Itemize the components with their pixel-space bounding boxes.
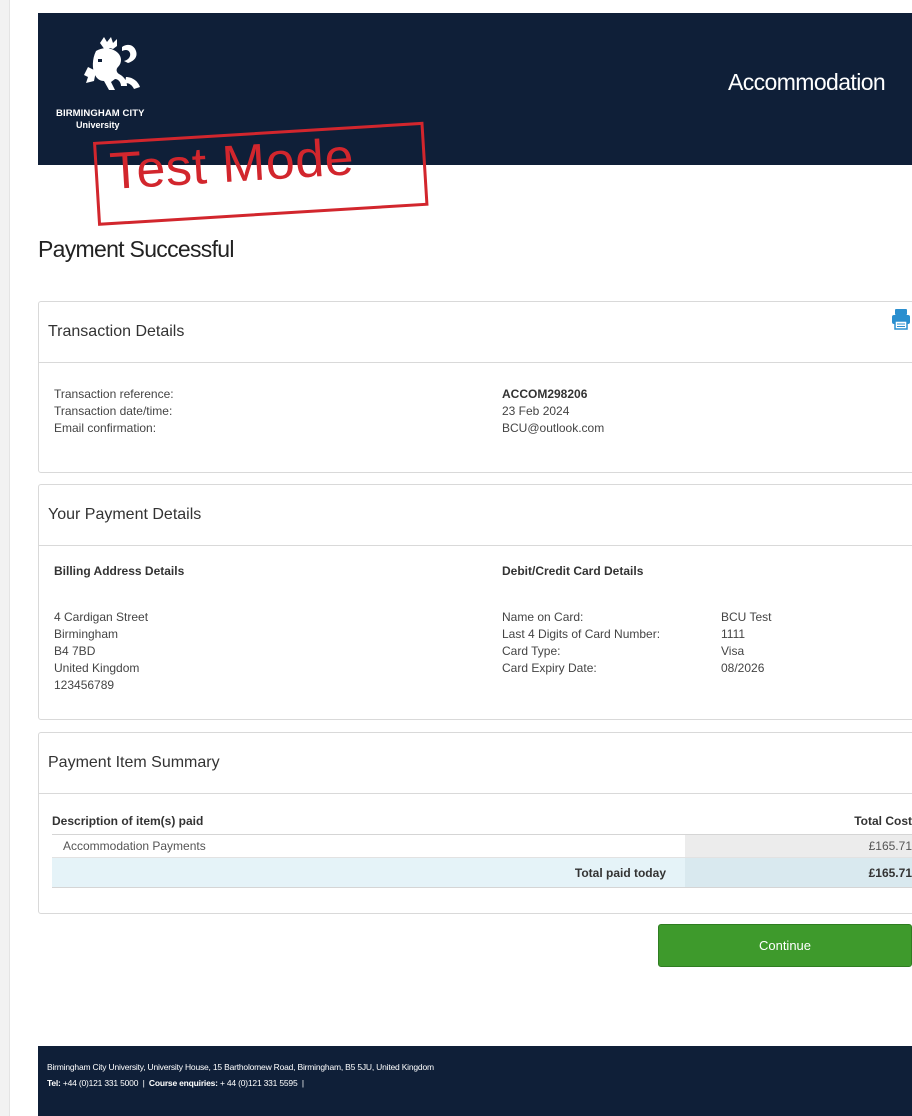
card-last4-label: Last 4 Digits of Card Number: bbox=[502, 627, 661, 641]
transaction-details-heading: Transaction Details bbox=[39, 302, 912, 363]
table-row: Accommodation Payments £165.71 bbox=[52, 835, 912, 858]
transaction-details-panel: Transaction Details Transaction referenc… bbox=[38, 301, 912, 473]
card-last4-value: 1111 bbox=[721, 627, 746, 641]
total-paid-label: Total paid today bbox=[574, 866, 666, 880]
page-title: Payment Successful bbox=[38, 236, 234, 262]
footer-enquiries-label: Course enquiries: bbox=[148, 1078, 218, 1088]
footer-separator: | bbox=[142, 1078, 145, 1088]
test-mode-stamp-text: Test Mode bbox=[108, 128, 356, 201]
table-total-row: Total paid today £165.71 bbox=[52, 858, 912, 888]
payment-summary-heading: Payment Item Summary bbox=[39, 733, 912, 794]
card-expiry-value: 08/2026 bbox=[721, 661, 765, 675]
total-cost-column-header: Total Cost bbox=[854, 814, 912, 828]
name-on-card-label: Name on Card: bbox=[502, 610, 584, 624]
description-column-header: Description of item(s) paid bbox=[52, 814, 204, 828]
billing-line: 4 Cardigan Street bbox=[54, 610, 149, 624]
payment-items-table: Description of item(s) paid Total Cost A… bbox=[52, 810, 912, 888]
left-margin-strip bbox=[0, 0, 10, 1116]
table-header-row: Description of item(s) paid Total Cost bbox=[52, 810, 912, 835]
email-confirmation-value: BCU@outlook.com bbox=[502, 421, 605, 435]
billing-line: 123456789 bbox=[54, 678, 115, 692]
transaction-reference-value: ACCOM298206 bbox=[502, 387, 588, 401]
billing-line: United Kingdom bbox=[54, 661, 140, 675]
payment-details-heading: Your Payment Details bbox=[39, 485, 912, 546]
printer-icon[interactable] bbox=[891, 308, 911, 330]
logo-text-line2: University bbox=[76, 120, 120, 130]
transaction-datetime-value: 23 Feb 2024 bbox=[502, 404, 570, 418]
university-logo[interactable]: BIRMINGHAM CITY University bbox=[56, 37, 176, 147]
continue-button[interactable]: Continue bbox=[658, 924, 912, 967]
site-footer: Birmingham City University, University H… bbox=[38, 1046, 912, 1116]
card-type-label: Card Type: bbox=[502, 644, 561, 658]
card-expiry-label: Card Expiry Date: bbox=[502, 661, 597, 675]
lion-crest-icon bbox=[84, 37, 140, 90]
billing-line: Birmingham bbox=[54, 627, 119, 641]
footer-address: Birmingham City University, University H… bbox=[47, 1062, 434, 1072]
payment-details-panel: Your Payment Details Billing Address Det… bbox=[38, 484, 912, 720]
footer-enquiries-value[interactable]: + 44 (0)121 331 5595 bbox=[220, 1078, 298, 1088]
item-cost: £165.71 bbox=[685, 835, 912, 857]
name-on-card-value: BCU Test bbox=[721, 610, 772, 624]
footer-separator: | bbox=[301, 1078, 304, 1088]
card-details-heading: Debit/Credit Card Details bbox=[502, 564, 644, 578]
transaction-datetime-label: Transaction date/time: bbox=[54, 404, 173, 418]
billing-line: B4 7BD bbox=[54, 644, 96, 658]
transaction-reference-label: Transaction reference: bbox=[54, 387, 174, 401]
footer-tel-label: Tel: bbox=[47, 1078, 61, 1088]
logo-text-line1: BIRMINGHAM CITY bbox=[56, 108, 145, 119]
card-type-value: Visa bbox=[721, 644, 745, 658]
payment-summary-panel: Payment Item Summary Description of item… bbox=[38, 732, 912, 914]
item-description: Accommodation Payments bbox=[63, 839, 206, 853]
footer-tel-value[interactable]: +44 (0)121 331 5000 bbox=[63, 1078, 139, 1088]
total-paid-value: £165.71 bbox=[685, 858, 912, 887]
email-confirmation-label: Email confirmation: bbox=[54, 421, 157, 435]
billing-address-heading: Billing Address Details bbox=[54, 564, 185, 578]
header-title: Accommodation bbox=[728, 69, 886, 95]
footer-contacts: Tel: +44 (0)121 331 5000 | Course enquir… bbox=[47, 1078, 304, 1088]
